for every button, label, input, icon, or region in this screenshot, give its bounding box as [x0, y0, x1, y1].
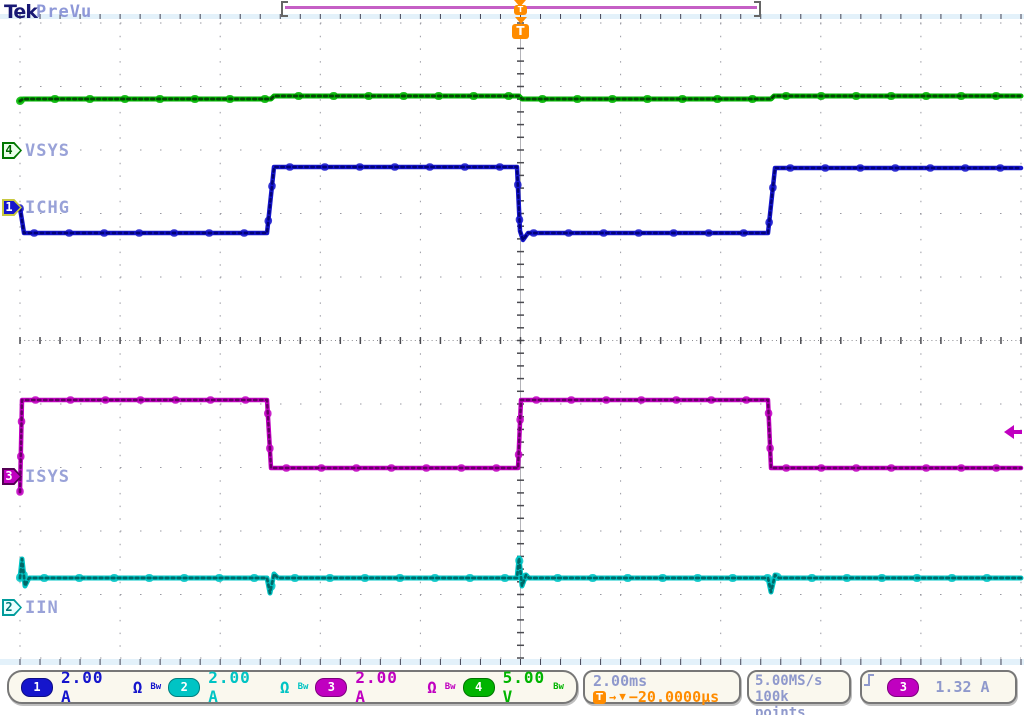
ch1-position-marker[interactable]: 1 [2, 199, 22, 216]
ch1-bandwidth-icon: Bw [150, 682, 161, 692]
ch4-label: VSYS [25, 141, 70, 161]
timebase-value: 2.00ms [593, 673, 731, 689]
ch4-vsys-trace [20, 96, 1021, 101]
ch1-readout[interactable]: 1 2.00 A Ω Bw [21, 668, 161, 706]
ch2-position-marker[interactable]: 2 [2, 599, 22, 616]
ch3-bandwidth-icon: Bw [445, 682, 456, 692]
ch3-position-marker[interactable]: 3 [2, 468, 22, 485]
ch3-readout[interactable]: 3 2.00 A Ω Bw [315, 668, 455, 706]
acquisition-mode-previu: PreVu [36, 2, 92, 22]
ch4-readout[interactable]: 4 5.00 V Bw [463, 668, 564, 706]
horizontal-readout[interactable]: 2.00ms T → ▼ −20.0000µs [583, 670, 741, 704]
ch3-label: ISYS [25, 467, 70, 487]
ch3-marker-number: 3 [2, 469, 16, 483]
trigger-source-badge: 3 [887, 678, 919, 697]
trigger-record-flag[interactable]: T [514, 5, 527, 15]
acquisition-readout[interactable]: 5.00MS/s 100k points [747, 670, 851, 704]
ch3-coupling: Ω [427, 678, 437, 697]
ch4-scale: 5.00 V [503, 668, 546, 706]
sample-rate-value: 5.00MS/s [755, 673, 843, 689]
ch2-label: IIN [25, 598, 59, 618]
ch2-marker-number: 2 [2, 600, 16, 614]
ch2-badge: 2 [168, 678, 200, 697]
trigger-position-value: −20.0000µs [629, 689, 719, 705]
ch1-badge: 1 [21, 678, 53, 697]
ch2-iin-trace [20, 558, 1021, 593]
record-view-right-bracket [754, 1, 761, 17]
ch4-bandwidth-icon: Bw [553, 682, 564, 692]
ch3-badge: 3 [315, 678, 347, 697]
ch1-label: ICHG [25, 198, 70, 218]
trigger-t-icon: T [593, 691, 606, 704]
ch1-scale: 2.00 A [61, 668, 125, 706]
channel-scale-bar: 1 2.00 A Ω Bw 2 2.00 A Ω Bw 3 2.00 A Ω Bw 4… [7, 670, 578, 704]
trigger-level-arrow-stem [1013, 430, 1022, 434]
cursor-down-icon: ▼ [619, 689, 626, 705]
record-length-value: 100k points [755, 689, 843, 715]
arrow-right-icon: → [609, 689, 616, 705]
trigger-level-marker[interactable] [1004, 425, 1022, 439]
trigger-readout[interactable]: 3 1.32 A [860, 670, 1017, 704]
ch1-coupling: Ω [133, 678, 143, 697]
ch2-bandwidth-icon: Bw [298, 682, 309, 692]
ch1-marker-number: 1 [2, 200, 16, 214]
trigger-position-flag[interactable]: T [512, 24, 529, 39]
waveform-display [0, 0, 1024, 715]
trigger-level-value: 1.32 A [935, 678, 989, 696]
rising-edge-icon [862, 672, 876, 688]
tek-logo: Tek [4, 1, 37, 23]
record-view-left-bracket [281, 1, 288, 17]
oscilloscope-screen: Tek PreVu T T 4 VSYS 1 ICHG 3 ISYS 2 IIN [0, 0, 1024, 715]
ch2-coupling: Ω [280, 678, 290, 697]
ch4-position-marker[interactable]: 4 [2, 142, 22, 159]
ch4-badge: 4 [463, 678, 495, 697]
ch2-scale: 2.00 A [208, 668, 272, 706]
ch2-readout[interactable]: 2 2.00 A Ω Bw [168, 668, 308, 706]
ch3-scale: 2.00 A [355, 668, 419, 706]
trigger-position-arrow-icon [515, 17, 527, 24]
ch4-marker-number: 4 [2, 143, 16, 157]
